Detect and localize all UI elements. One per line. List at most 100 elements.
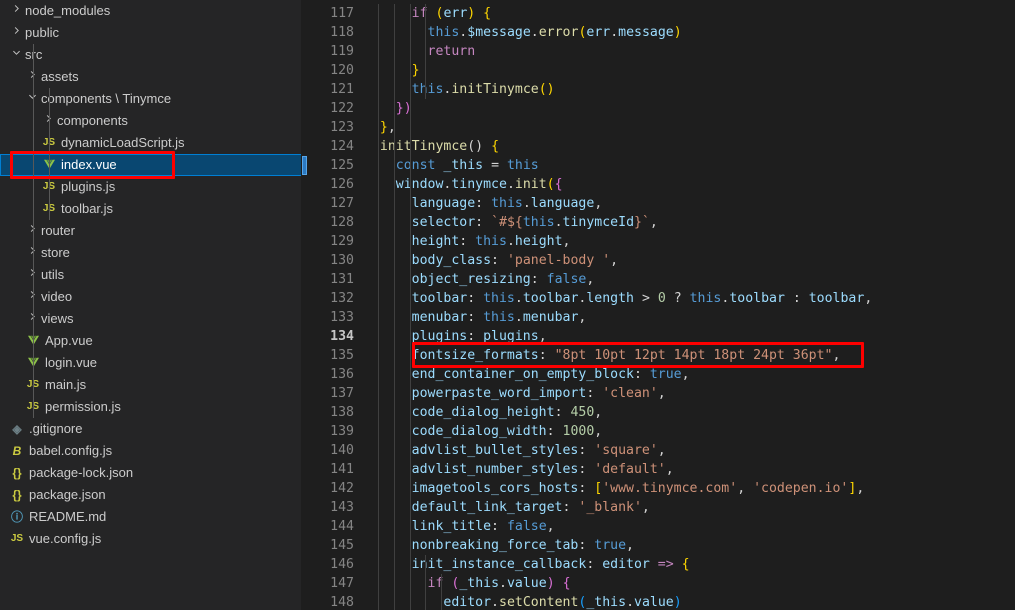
code-token: : [586,386,603,401]
tree-folder-views[interactable]: views [0,308,302,330]
line-content: if (_this.value) { [364,574,571,593]
code-token: value [634,595,674,610]
chevron-right-icon[interactable] [24,66,40,88]
tree-file-login-vue[interactable]: login.vue [0,352,302,374]
tree-file-main-js[interactable]: JSmain.js [0,374,302,396]
line-number: 147 [330,576,354,591]
tree-file-app-vue[interactable]: App.vue [0,330,302,352]
code-token: : [459,234,476,249]
tree-folder-src[interactable]: src [0,44,302,66]
chevron-right-icon[interactable] [24,264,40,286]
tree-folder-components-tinymce[interactable]: components \ Tinymce [0,88,302,110]
code-token: 450 [570,405,595,420]
chevron-right-icon[interactable] [24,286,40,308]
code-token: `#${ [491,215,523,230]
tree-folder-assets[interactable]: assets [0,66,302,88]
code-token: plugins [483,329,539,344]
code-token: . [626,595,635,610]
code-token: , [546,519,555,534]
chevron-down-icon[interactable] [24,88,40,110]
chevron-right-icon[interactable] [8,0,24,22]
code-token: () [467,139,492,154]
chevron-right-icon[interactable] [24,242,40,264]
code-token: language [411,196,476,211]
tree-file-babel-config-js[interactable]: Bbabel.config.js [0,440,302,462]
tree-item-label: views [41,311,74,326]
code-token: } [379,120,388,135]
editor-indent-guide [377,4,379,610]
tree-folder-store[interactable]: store [0,242,302,264]
code-token: height [411,234,460,249]
tree-item-label: App.vue [45,333,93,348]
tree-file-dynamicloadscript-js[interactable]: JSdynamicLoadScript.js [0,132,302,154]
line-content: if (err) { [364,4,491,23]
chevron-right-icon[interactable] [40,110,56,132]
tree-item-label: store [41,245,70,260]
code-token: : [578,481,595,496]
tree-folder-router[interactable]: router [0,220,302,242]
info-file-icon: ⓘ [10,510,23,524]
code-token: ) [673,595,682,610]
code-token: : [467,291,484,306]
code-token: ( [546,177,555,192]
line-content: plugins: plugins, [364,327,547,346]
tree-item-label: node_modules [25,3,111,18]
tree-file-index-vue[interactable]: index.vue [0,154,302,176]
tree-file-toolbar-js[interactable]: JStoolbar.js [0,198,302,220]
code-token: : [784,291,809,306]
tree-file--gitignore[interactable]: ◈ .gitignore [0,418,302,440]
code-token: } [411,63,420,78]
code-token: , [657,386,666,401]
line-number: 144 [330,519,354,534]
js-file-icon: JS [10,533,24,544]
code-token: . [491,595,499,610]
tree-item-label: video [41,289,73,304]
line-number: 137 [330,386,354,401]
line-number: 130 [330,253,354,268]
explorer-sidebar: node_modulespublic src assets components \ … [0,0,302,610]
code-token: . [522,196,531,211]
code-token: { [491,139,500,154]
code-token: "8pt 10pt 12pt 14pt 18pt 24pt 36pt" [554,348,833,363]
code-token: : [467,329,484,344]
code-token: advlist_number_styles [411,462,579,477]
code-token: _this [459,576,500,591]
line-content: link_title: false, [364,517,555,536]
chevron-right-icon[interactable] [24,220,40,242]
line-number: 132 [330,291,354,306]
tree-folder-public[interactable]: public [0,22,302,44]
tree-file-readme-md[interactable]: ⓘ README.md [0,506,302,528]
line-number: 136 [330,367,354,382]
code-token: . [506,234,515,249]
chevron-right-icon[interactable] [24,308,40,330]
code-token: toolbar [808,291,865,306]
line-number: 139 [330,424,354,439]
code-token: advlist_bullet_styles [411,443,579,458]
code-token: body_class [411,253,492,268]
tree-file-package-json[interactable]: {} package.json [0,484,302,506]
code-token: { [483,6,492,21]
code-token: { [681,557,690,572]
tree-item-label: toolbar.js [61,201,114,216]
tree-folder-utils[interactable]: utils [0,264,302,286]
tree-folder-video[interactable]: video [0,286,302,308]
line-number: 143 [330,500,354,515]
tree-file-permission-js[interactable]: JSpermission.js [0,396,302,418]
code-token: () [538,82,555,97]
chevron-down-icon[interactable] [8,44,24,66]
code-token: '_blank' [578,500,642,515]
code-editor-pane[interactable]: 117 if (err) {118 this.$message.error(er… [302,0,1015,610]
line-number: 119 [330,44,354,59]
tree-file-package-lock-json[interactable]: {} package-lock.json [0,462,302,484]
tree-file-plugins-js[interactable]: JSplugins.js [0,176,302,198]
chevron-right-icon[interactable] [8,22,24,44]
code-token: fontsize_formats [411,348,539,363]
tree-folder-components[interactable]: components [0,110,302,132]
line-number: 135 [330,348,354,363]
tree-file-vue-config-js[interactable]: JS vue.config.js [0,528,302,550]
tree-folder-node-modules[interactable]: node_modules [0,0,302,22]
code-lines[interactable]: 117 if (err) {118 this.$message.error(er… [302,0,1015,610]
